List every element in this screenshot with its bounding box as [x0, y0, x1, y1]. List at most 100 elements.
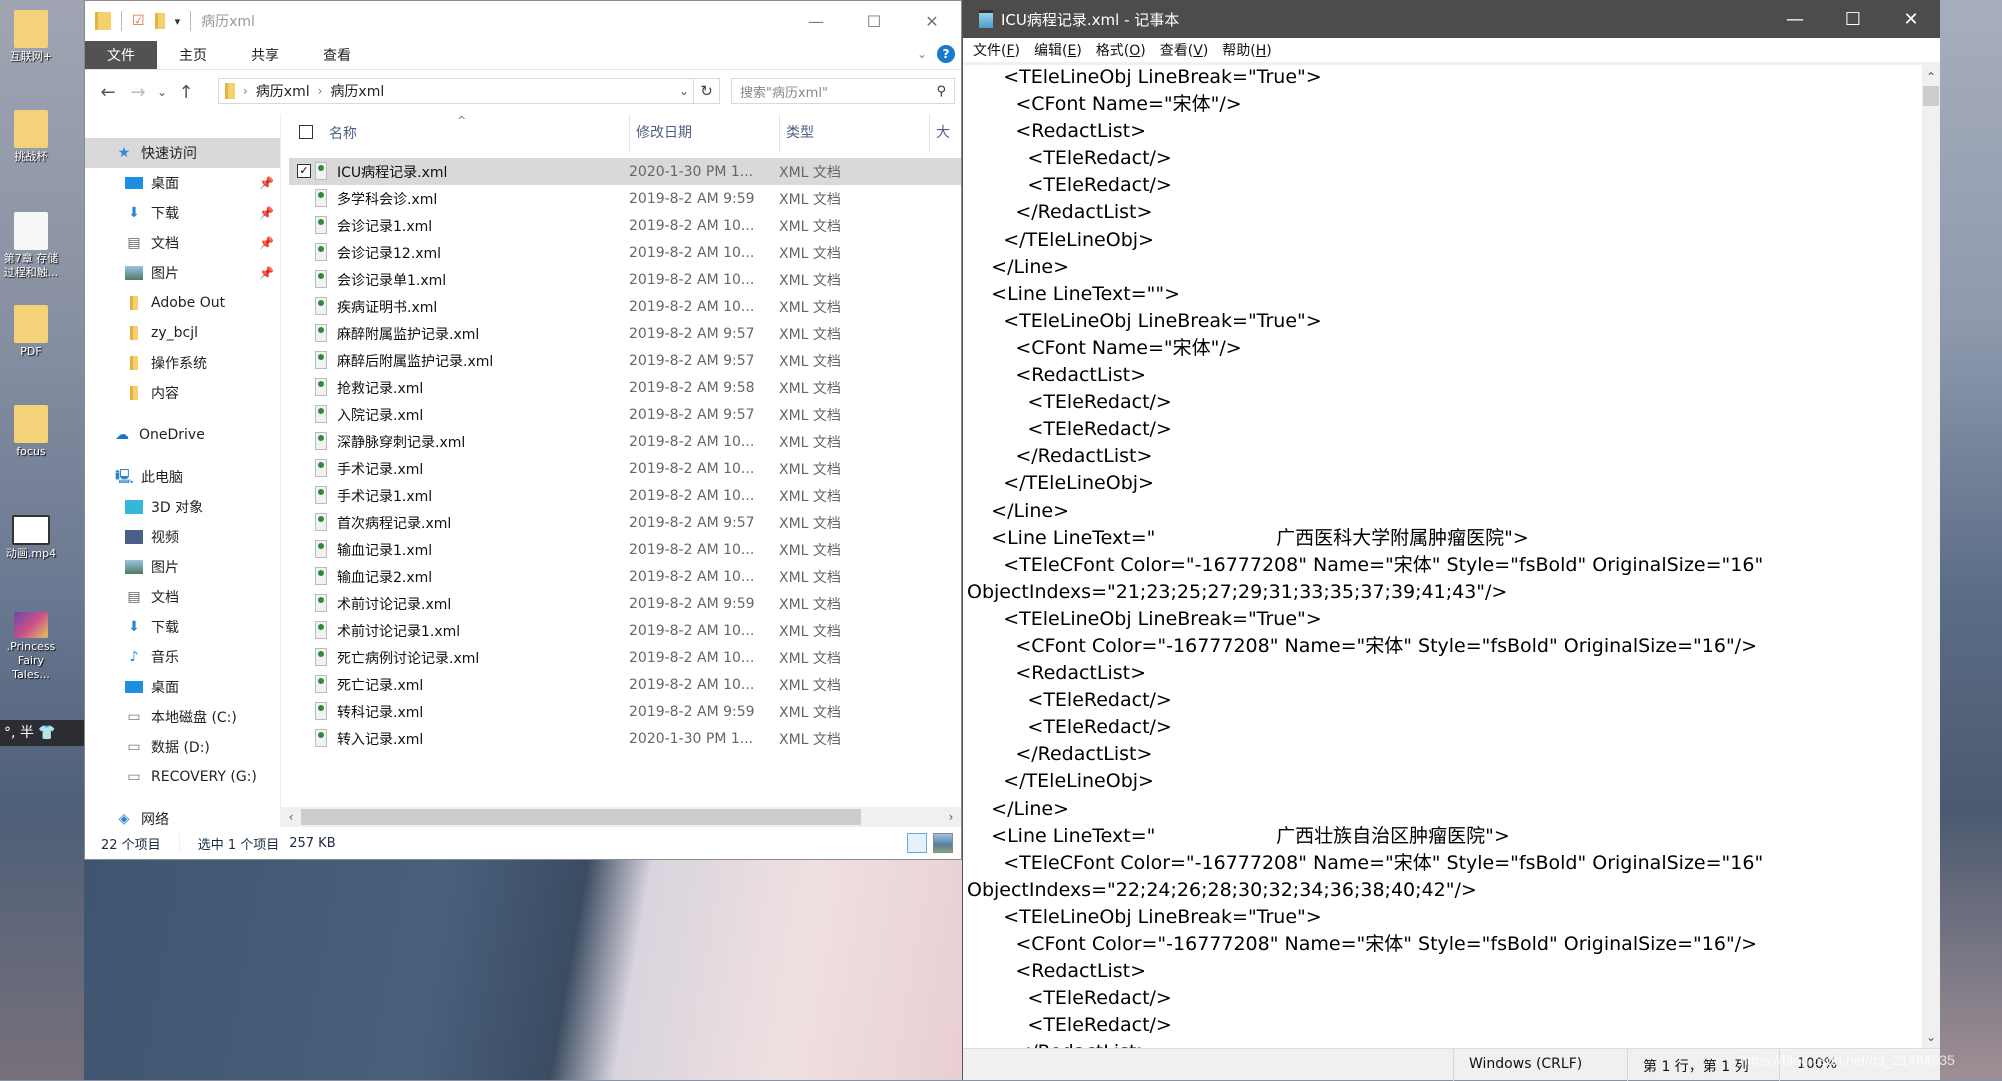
sidebar-item-folder[interactable]: Adobe Out [85, 288, 280, 318]
expand-ribbon-icon[interactable]: ⌄ [917, 47, 927, 61]
pin-icon[interactable]: 📌 [259, 236, 274, 250]
file-row[interactable]: 多学科会诊.xml 2019-8-2 AM 9:59 XML 文档 [281, 185, 961, 212]
skin-icon[interactable]: 👕 [38, 725, 55, 741]
file-row[interactable]: 转科记录.xml 2019-8-2 AM 9:59 XML 文档 [281, 698, 961, 725]
file-row[interactable]: 疾病证明书.xml 2019-8-2 AM 10... XML 文档 [281, 293, 961, 320]
sidebar-item-drive-d[interactable]: ▭ 数据 (D:) [85, 732, 280, 762]
file-row[interactable]: 转入记录.xml 2020-1-30 PM 1... XML 文档 [281, 725, 961, 752]
file-row[interactable]: 死亡病例讨论记录.xml 2019-8-2 AM 10... XML 文档 [281, 644, 961, 671]
sidebar-item-folder[interactable]: 操作系统 [85, 348, 280, 378]
desktop-icon-item[interactable]: .Princess Fairy Tales... [0, 612, 62, 682]
scroll-left-icon[interactable]: ‹ [281, 807, 301, 827]
sidebar-item-folder[interactable]: 内容 [85, 378, 280, 408]
desktop-icon-item[interactable]: focus [0, 405, 62, 459]
file-row[interactable]: 会诊记录12.xml 2019-8-2 AM 10... XML 文档 [281, 239, 961, 266]
notepad-title-bar[interactable]: ICU病程记录.xml - 记事本 — ☐ ✕ [963, 0, 1940, 38]
explorer-title-bar[interactable]: ☑ ▾ 病历xml — ☐ ✕ [85, 1, 961, 41]
column-header-type[interactable]: 类型 [779, 114, 814, 152]
search-input[interactable]: 搜索"病历xml" ⚲ [731, 78, 955, 104]
menu-item[interactable]: 格式(O) [1096, 40, 1146, 60]
back-button[interactable]: ← [93, 82, 123, 103]
sidebar-item-drive-c[interactable]: ▭ 本地磁盘 (C:) [85, 702, 280, 732]
desktop-icon-item[interactable]: 第7章 存储过程和触... [0, 212, 62, 280]
file-row[interactable]: 手术记录1.xml 2019-8-2 AM 10... XML 文档 [281, 482, 961, 509]
vertical-scrollbar[interactable]: ⌃ ⌄ [1922, 64, 1940, 1048]
minimize-button[interactable]: — [787, 1, 845, 41]
properties-icon[interactable]: ☑ [132, 13, 145, 29]
search-icon[interactable]: ⚲ [936, 84, 946, 99]
file-row[interactable]: 输血记录1.xml 2019-8-2 AM 10... XML 文档 [281, 536, 961, 563]
chevron-right-icon[interactable]: › [243, 84, 248, 98]
ime-toolbar[interactable]: °, 半 👕 [0, 720, 84, 746]
desktop-icon-item[interactable]: PDF [0, 305, 62, 359]
recent-locations-button[interactable]: ⌄ [153, 85, 171, 99]
sidebar-item-folder[interactable]: zy_bcjl [85, 318, 280, 348]
file-row[interactable]: 深静脉穿刺记录.xml 2019-8-2 AM 10... XML 文档 [281, 428, 961, 455]
maximize-button[interactable]: ☐ [845, 1, 903, 41]
sidebar-item-documents[interactable]: ▤ 文档 📌 [85, 228, 280, 258]
sidebar-item-this-pc[interactable]: 🖳 此电脑 [85, 462, 280, 492]
menu-item[interactable]: 查看(V) [1160, 40, 1209, 60]
minimize-button[interactable]: — [1766, 0, 1824, 38]
breadcrumb-item[interactable]: 病历xml [330, 81, 384, 101]
tab-view[interactable]: 查看 [301, 41, 373, 69]
chevron-right-icon[interactable]: › [318, 84, 323, 98]
pin-icon[interactable]: 📌 [259, 176, 274, 190]
sidebar-item-downloads[interactable]: ⬇ 下载 📌 [85, 198, 280, 228]
large-icons-view-icon[interactable] [933, 833, 953, 853]
sidebar-item-desktop[interactable]: 桌面 [85, 672, 280, 702]
close-button[interactable]: ✕ [1882, 0, 1940, 38]
desktop-icon-item[interactable]: 挑战杯 [0, 110, 62, 164]
desktop-icon-item[interactable]: 动画.mp4 [0, 515, 62, 561]
sidebar-item-pictures[interactable]: 图片 [85, 552, 280, 582]
horizontal-scrollbar[interactable]: ‹ › [281, 807, 961, 827]
scroll-right-icon[interactable]: › [941, 807, 961, 827]
new-folder-icon[interactable] [154, 13, 165, 29]
column-header-name[interactable]: 名称 [329, 123, 357, 143]
tab-home[interactable]: 主页 [157, 41, 229, 69]
scrollbar-thumb[interactable] [301, 809, 861, 825]
file-row[interactable]: 首次病程记录.xml 2019-8-2 AM 9:57 XML 文档 [281, 509, 961, 536]
row-checkbox[interactable]: ✓ [297, 164, 311, 178]
column-header-date[interactable]: 修改日期 [629, 114, 692, 152]
menu-item[interactable]: 帮助(H) [1222, 40, 1271, 60]
sidebar-item-3d-objects[interactable]: 3D 对象 [85, 492, 280, 522]
file-row[interactable]: ✓ ICU病程记录.xml 2020-1-30 PM 1... XML 文档 [289, 158, 961, 185]
sidebar-item-onedrive[interactable]: ☁ OneDrive [85, 420, 280, 450]
help-icon[interactable]: ? [937, 45, 955, 63]
file-row[interactable]: 麻醉附属监护记录.xml 2019-8-2 AM 9:57 XML 文档 [281, 320, 961, 347]
file-row[interactable]: 死亡记录.xml 2019-8-2 AM 10... XML 文档 [281, 671, 961, 698]
forward-button[interactable]: → [123, 82, 153, 103]
customize-quick-access-icon[interactable]: ▾ [175, 15, 181, 28]
text-editor[interactable]: <TEleLineObj LineBreak="True"> <CFont Na… [967, 64, 1920, 1048]
sidebar-item-downloads[interactable]: ⬇ 下载 [85, 612, 280, 642]
scroll-up-icon[interactable]: ⌃ [1922, 68, 1940, 86]
file-row[interactable]: 输血记录2.xml 2019-8-2 AM 10... XML 文档 [281, 563, 961, 590]
maximize-button[interactable]: ☐ [1824, 0, 1882, 38]
scrollbar-thumb[interactable] [1923, 86, 1939, 106]
sidebar-item-drive-g[interactable]: ▭ RECOVERY (G:) [85, 762, 280, 792]
pin-icon[interactable]: 📌 [259, 266, 274, 280]
chevron-down-icon[interactable]: ⌄ [679, 84, 689, 98]
file-row[interactable]: 麻醉后附属监护记录.xml 2019-8-2 AM 9:57 XML 文档 [281, 347, 961, 374]
file-row[interactable]: 会诊记录1.xml 2019-8-2 AM 10... XML 文档 [281, 212, 961, 239]
desktop-icon-item[interactable]: 互联网+ [0, 10, 62, 64]
details-view-icon[interactable] [907, 833, 927, 853]
file-row[interactable]: 手术记录.xml 2019-8-2 AM 10... XML 文档 [281, 455, 961, 482]
file-row[interactable]: 术前讨论记录.xml 2019-8-2 AM 9:59 XML 文档 [281, 590, 961, 617]
address-bar[interactable]: › 病历xml › 病历xml ⌄ [218, 78, 694, 104]
breadcrumb-item[interactable]: 病历xml [256, 81, 310, 101]
sidebar-item-quick-access[interactable]: ★ 快速访问 [85, 138, 280, 168]
sidebar-item-videos[interactable]: 视频 [85, 522, 280, 552]
file-row[interactable]: 会诊记录单1.xml 2019-8-2 AM 10... XML 文档 [281, 266, 961, 293]
pin-icon[interactable]: 📌 [259, 206, 274, 220]
tab-share[interactable]: 共享 [229, 41, 301, 69]
file-row[interactable]: 抢救记录.xml 2019-8-2 AM 9:58 XML 文档 [281, 374, 961, 401]
menu-item[interactable]: 文件(F) [973, 40, 1020, 60]
sidebar-item-music[interactable]: ♪ 音乐 [85, 642, 280, 672]
up-button[interactable]: ↑ [171, 82, 201, 103]
sidebar-item-documents[interactable]: ▤ 文档 [85, 582, 280, 612]
menu-item[interactable]: 编辑(E) [1034, 40, 1082, 60]
tab-file[interactable]: 文件 [85, 41, 157, 69]
sidebar-item-pictures[interactable]: 图片 📌 [85, 258, 280, 288]
